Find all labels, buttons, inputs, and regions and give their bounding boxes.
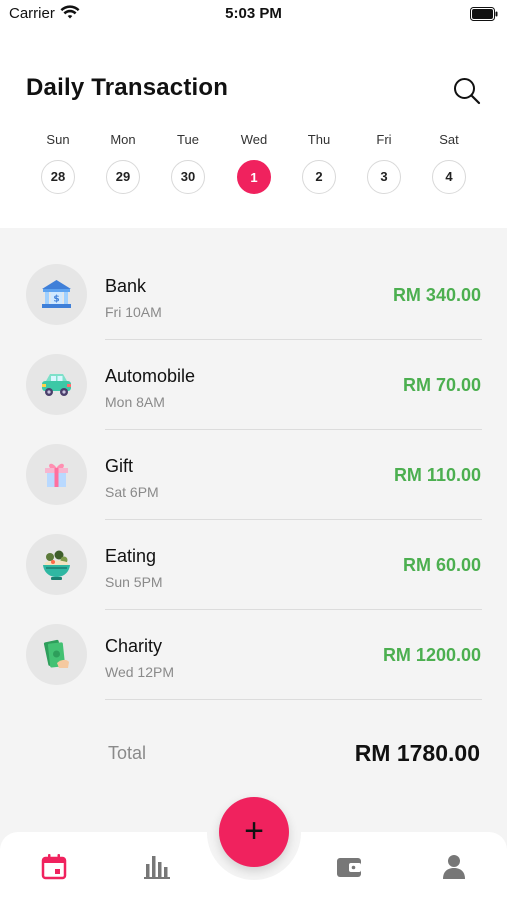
- tab-calendar[interactable]: [37, 850, 71, 884]
- page-title: Daily Transaction: [26, 74, 229, 101]
- transaction-row[interactable]: Eating Sun 5PM RM 60.00: [0, 520, 507, 610]
- transaction-amount: RM 70.00: [402, 375, 481, 395]
- gift-icon: [45, 463, 68, 487]
- food-bowl-icon: [43, 550, 70, 580]
- search-icon: [454, 78, 481, 105]
- transaction-amount: RM 60.00: [402, 555, 481, 575]
- day-wed[interactable]: Wed 1: [224, 130, 284, 194]
- transaction-time: Sat 6PM: [105, 484, 159, 500]
- category-avatar: $: [26, 264, 87, 325]
- transaction-row[interactable]: Automobile Mon 8AM RM 70.00: [0, 340, 507, 430]
- transaction-amount: RM 1200.00: [382, 645, 481, 665]
- divider: [105, 699, 482, 700]
- category-avatar: [26, 444, 87, 505]
- money-hand-icon: [43, 639, 69, 668]
- category-avatar: [26, 534, 87, 595]
- transaction-time: Sun 5PM: [105, 574, 163, 590]
- week-selector: Sun 28 Mon 29 Tue 30 Wed 1 Thu 2 Fri 3 S…: [0, 130, 507, 210]
- day-fri[interactable]: Fri 3: [354, 130, 414, 194]
- tab-wallet[interactable]: [332, 850, 366, 884]
- tab-stats[interactable]: [140, 850, 174, 884]
- day-label: Thu: [307, 132, 331, 147]
- bank-icon: $: [42, 280, 71, 308]
- day-sat[interactable]: Sat 4: [419, 130, 479, 194]
- total-value: RM 1780.00: [354, 740, 480, 766]
- day-date: 4: [432, 160, 466, 194]
- transaction-name: Gift: [105, 456, 134, 476]
- day-sun[interactable]: Sun 28: [28, 130, 88, 194]
- tab-profile[interactable]: [437, 850, 471, 884]
- transaction-time: Fri 10AM: [105, 304, 162, 320]
- wallet-icon: [337, 858, 361, 877]
- day-date: 30: [171, 160, 205, 194]
- transaction-amount: RM 340.00: [392, 285, 481, 305]
- day-label: Tue: [177, 132, 199, 147]
- svg-text:$: $: [53, 295, 59, 305]
- day-date: 28: [41, 160, 75, 194]
- day-date: 29: [106, 160, 140, 194]
- profile-icon: [443, 855, 465, 879]
- day-tue[interactable]: Tue 30: [158, 130, 218, 194]
- car-icon: [42, 374, 71, 396]
- transaction-name: Charity: [105, 636, 163, 656]
- day-label: Sat: [439, 132, 459, 147]
- day-mon[interactable]: Mon 29: [93, 130, 153, 194]
- battery-icon: [470, 7, 498, 21]
- day-thu[interactable]: Thu 2: [289, 130, 349, 194]
- transaction-row[interactable]: Charity Wed 12PM RM 1200.00: [0, 610, 507, 700]
- day-label: Fri: [376, 132, 392, 147]
- total-label: Total: [108, 743, 147, 763]
- transaction-name: Bank: [105, 276, 147, 296]
- category-avatar: [26, 354, 87, 415]
- transaction-time: Mon 8AM: [105, 394, 165, 410]
- calendar-icon: [41, 854, 67, 880]
- day-date: 2: [302, 160, 336, 194]
- transaction-name: Eating: [105, 546, 157, 566]
- day-date-selected: 1: [237, 160, 271, 194]
- transaction-amount: RM 110.00: [393, 465, 481, 485]
- day-label: Wed: [240, 132, 268, 147]
- status-time: 5:03 PM: [225, 5, 282, 22]
- day-label: Sun: [46, 132, 70, 147]
- day-label: Mon: [110, 132, 136, 147]
- category-avatar: [26, 624, 87, 685]
- add-transaction-button[interactable]: +: [219, 797, 289, 867]
- transaction-row[interactable]: $ Bank Fri 10AM RM 340.00: [0, 250, 507, 340]
- transaction-time: Wed 12PM: [105, 664, 174, 680]
- bar-chart-icon: [144, 856, 170, 879]
- status-bar: Carrier 5:03 PM: [0, 0, 507, 28]
- search-button[interactable]: [452, 76, 482, 106]
- day-date: 3: [367, 160, 401, 194]
- transaction-name: Automobile: [105, 366, 196, 386]
- transaction-row[interactable]: Gift Sat 6PM RM 110.00: [0, 430, 507, 520]
